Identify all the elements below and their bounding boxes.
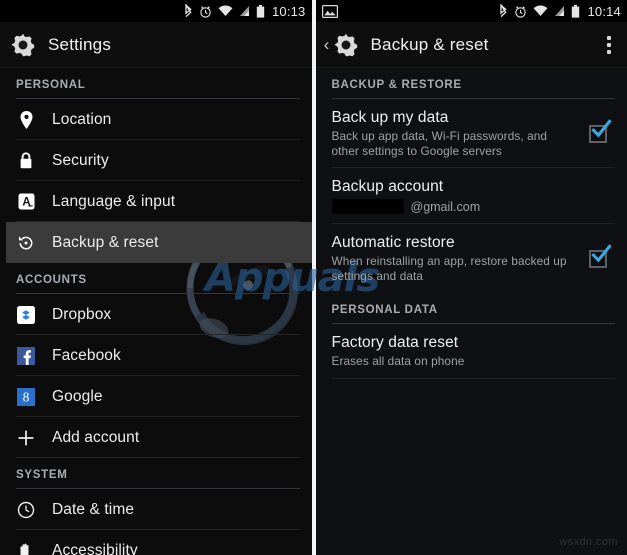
- section-header-personal: PERSONAL: [16, 79, 86, 91]
- sidebar-item-label: Location: [52, 110, 112, 128]
- back-chevron-icon[interactable]: ‹: [322, 36, 332, 53]
- language-a-icon: A: [16, 192, 36, 212]
- svg-text:A: A: [22, 197, 30, 209]
- facebook-icon: [16, 346, 36, 366]
- sidebar-item-label: Facebook: [52, 346, 121, 364]
- sidebar-item-security[interactable]: Security: [0, 140, 312, 181]
- wifi-icon: [218, 5, 233, 17]
- item-text-block: Back up my data Back up app data, Wi-Fi …: [332, 108, 584, 158]
- status-bar-right: 10:14: [315, 0, 627, 22]
- clock-icon: [16, 500, 36, 520]
- checkmark-icon: [591, 119, 612, 138]
- site-watermark: wsxdn.com: [559, 536, 618, 548]
- google-icon: 8: [16, 387, 36, 407]
- list-item-factory-data-reset[interactable]: Factory data reset Erases all data on ph…: [316, 324, 627, 379]
- checkbox-box: [589, 119, 612, 143]
- dual-screenshot-container: 10:13 Settings PERSONAL Location Securit…: [0, 0, 627, 555]
- sidebar-item-accessibility[interactable]: Accessibility: [0, 530, 312, 555]
- section-header-backup-restore: BACKUP & RESTORE: [331, 79, 462, 91]
- item-text-block: Factory data reset Erases all data on ph…: [332, 333, 614, 369]
- battery-icon: [256, 4, 265, 18]
- checkbox-back-up-my-data[interactable]: [583, 119, 613, 143]
- status-icons-right: 10:14: [499, 4, 621, 18]
- plus-icon: [16, 428, 36, 448]
- item-text-block: Automatic restore When reinstalling an a…: [332, 233, 584, 283]
- sidebar-item-dropbox[interactable]: Dropbox: [0, 294, 312, 335]
- sidebar-item-backup-reset[interactable]: Backup & reset: [6, 222, 312, 263]
- status-icons-left: 10:13: [184, 4, 306, 18]
- sidebar-item-label: Add account: [52, 428, 140, 446]
- action-bar-left: Settings: [0, 22, 312, 68]
- battery-icon: [572, 4, 580, 18]
- wifi-icon: [534, 5, 548, 17]
- alarm-icon: [515, 5, 527, 18]
- checkbox-box: [589, 244, 612, 268]
- account-domain: @gmail.com: [410, 199, 481, 214]
- screenshot-image-icon: [321, 4, 338, 18]
- item-text-block: Backup account @gmail.com: [331, 177, 614, 214]
- sidebar-item-facebook[interactable]: Facebook: [0, 335, 312, 376]
- item-subtitle: Erases all data on phone: [331, 354, 465, 368]
- svg-text:8: 8: [23, 389, 30, 404]
- section-header-accounts: ACCOUNTS: [16, 274, 87, 286]
- sidebar-item-date-time[interactable]: Date & time: [0, 489, 312, 530]
- list-item-back-up-my-data[interactable]: Back up my data Back up app data, Wi-Fi …: [316, 99, 627, 168]
- list-item-automatic-restore[interactable]: Automatic restore When reinstalling an a…: [316, 224, 627, 293]
- sidebar-item-label: Backup & reset: [52, 233, 159, 251]
- location-pin-icon: [16, 110, 36, 130]
- bluetooth-icon: [185, 4, 192, 18]
- item-title: Factory data reset: [331, 334, 459, 351]
- bluetooth-icon: [500, 4, 508, 18]
- settings-list: PERSONAL Location Security A Language & …: [0, 68, 312, 555]
- status-time-left: 10:13: [271, 3, 306, 19]
- dropbox-icon: [16, 305, 36, 325]
- page-title: Backup & reset: [370, 34, 489, 54]
- notification-icons-right: [321, 4, 338, 18]
- item-subtitle: When reinstalling an app, restore backed…: [331, 254, 567, 283]
- item-title: Backup account: [331, 178, 444, 195]
- backup-reset-list: BACKUP & RESTORE Back up my data Back up…: [316, 68, 627, 379]
- gear-icon[interactable]: [333, 32, 359, 58]
- sidebar-item-language-input[interactable]: A Language & input: [0, 181, 312, 222]
- status-time-right: 10:14: [587, 3, 621, 19]
- gear-icon: [11, 33, 35, 56]
- sidebar-item-label: Language & input: [52, 192, 176, 210]
- backup-reset-screen: 10:14 ‹ Backup & reset BACKUP & RESTORE …: [315, 0, 627, 555]
- section-header-personal-data: PERSONAL DATA: [331, 304, 438, 316]
- signal-icon: [555, 6, 565, 16]
- item-title: Back up my data: [331, 109, 449, 126]
- settings-screen: 10:13 Settings PERSONAL Location Securit…: [0, 0, 312, 555]
- item-subtitle: Back up app data, Wi-Fi passwords, and o…: [331, 129, 548, 158]
- alarm-icon: [200, 5, 211, 18]
- sidebar-item-label: Google: [52, 387, 103, 405]
- row-divider: [16, 457, 300, 458]
- sidebar-item-label: Dropbox: [52, 305, 112, 323]
- overflow-menu-icon[interactable]: [607, 35, 617, 54]
- item-account-value: @gmail.com: [331, 199, 606, 214]
- list-item-backup-account[interactable]: Backup account @gmail.com: [316, 168, 627, 224]
- restore-arrow-icon: [16, 233, 36, 253]
- lock-icon: [16, 151, 36, 171]
- section-header-system: SYSTEM: [16, 469, 68, 481]
- status-bar-left: 10:13: [0, 0, 312, 22]
- sidebar-item-label: Security: [52, 151, 109, 169]
- checkbox-automatic-restore[interactable]: [583, 244, 613, 268]
- checkmark-icon: [591, 244, 612, 263]
- sidebar-item-google[interactable]: 8 Google: [0, 376, 312, 417]
- redaction-box: [331, 199, 404, 214]
- sidebar-item-label: Date & time: [52, 500, 135, 518]
- accessibility-hand-icon: [16, 541, 36, 555]
- page-title: Settings: [48, 34, 112, 54]
- action-bar-right: ‹ Backup & reset: [315, 22, 627, 68]
- sidebar-item-location[interactable]: Location: [0, 99, 312, 140]
- sidebar-item-add-account[interactable]: Add account: [0, 417, 312, 458]
- row-divider: [331, 377, 615, 379]
- item-title: Automatic restore: [331, 234, 455, 251]
- sidebar-item-label: Accessibility: [52, 541, 138, 555]
- signal-icon: [239, 6, 249, 16]
